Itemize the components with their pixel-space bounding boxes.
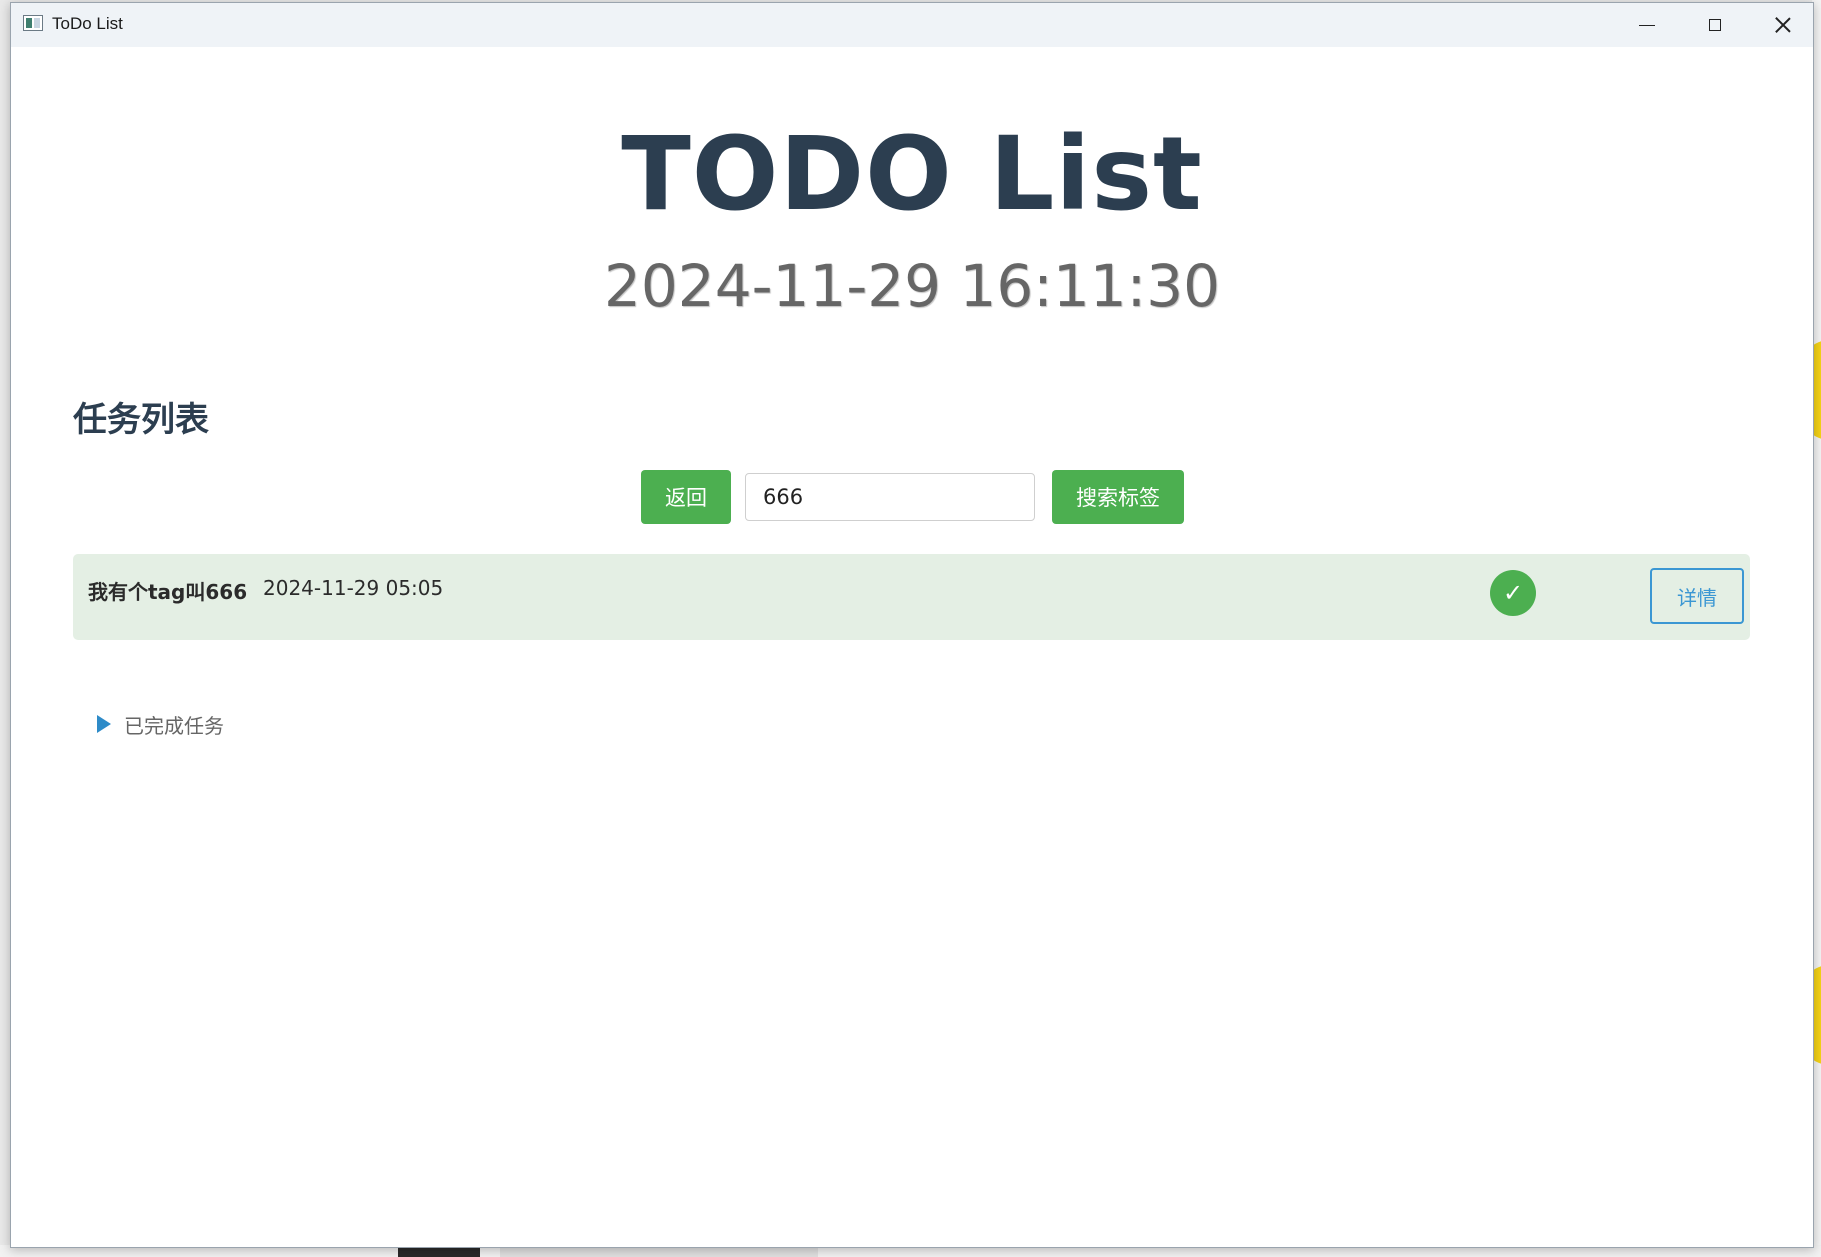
completed-tasks-label: 已完成任务: [124, 713, 224, 738]
search-toolbar: 返回 搜索标签: [11, 470, 1813, 524]
task-list-heading: 任务列表: [73, 400, 209, 440]
minimize-button[interactable]: [1613, 3, 1681, 47]
checkmark-icon: ✓: [1502, 579, 1524, 607]
complete-task-button[interactable]: ✓: [1490, 570, 1536, 616]
back-button[interactable]: 返回: [641, 470, 731, 524]
search-tag-button[interactable]: 搜索标签: [1052, 470, 1184, 524]
minimize-icon: [1639, 24, 1655, 26]
task-title: 我有个tag叫666: [88, 580, 248, 604]
close-icon: [1775, 17, 1791, 33]
window-title: ToDo List: [52, 14, 123, 33]
title-bar[interactable]: ToDo List: [11, 3, 1813, 47]
app-icon: [23, 15, 43, 31]
task-date: 2024-11-29 05:05: [263, 576, 444, 600]
page-title: TODO List: [621, 115, 1203, 234]
completed-tasks-toggle[interactable]: 已完成任务: [97, 709, 224, 739]
main-content: TODO List 2024-11-29 16:11:30 任务列表 返回 搜索…: [11, 47, 1813, 1247]
maximize-button[interactable]: [1681, 3, 1749, 47]
expand-triangle-icon: [97, 715, 111, 733]
task-detail-button[interactable]: 详情: [1650, 568, 1744, 624]
task-row: 我有个tag叫666 2024-11-29 05:05 ✓ 详情: [73, 554, 1750, 640]
maximize-icon: [1709, 19, 1721, 31]
app-window: ToDo List TODO List 2024-11-29 16:11:30 …: [10, 2, 1814, 1248]
tag-search-input[interactable]: [745, 473, 1035, 521]
close-button[interactable]: [1749, 3, 1817, 47]
clock-display: 2024-11-29 16:11:30: [604, 252, 1220, 320]
